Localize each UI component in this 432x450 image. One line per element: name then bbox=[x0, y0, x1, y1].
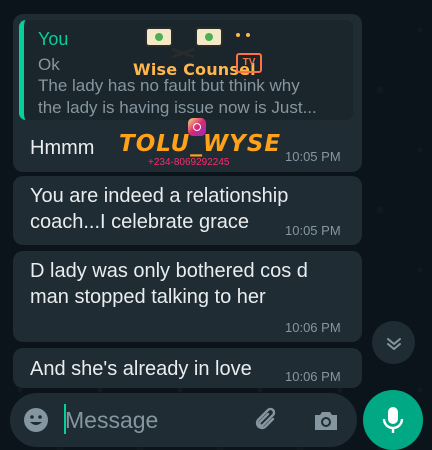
message-text: Hmmm bbox=[30, 137, 95, 159]
quote-line: Ok bbox=[38, 55, 60, 74]
camera-icon bbox=[315, 412, 337, 430]
message-text: And she's already in love bbox=[30, 358, 252, 380]
quote-line: the lady is having issue now is Just... bbox=[38, 98, 317, 117]
watermark-handle: TOLU_WYSE bbox=[119, 131, 282, 157]
message-input-bar: Message bbox=[10, 393, 357, 447]
chevron-down-icon bbox=[386, 337, 401, 350]
quote-author: You bbox=[38, 29, 69, 49]
emoji-button[interactable] bbox=[22, 406, 50, 434]
message-text-line: man stopped talking to her bbox=[30, 286, 266, 308]
message-time: 10:05 PM bbox=[285, 149, 341, 164]
attach-button[interactable] bbox=[252, 406, 282, 436]
message-time: 10:06 PM bbox=[285, 369, 341, 384]
message-text-line: You are indeed a relationship bbox=[30, 185, 289, 207]
camera-button[interactable] bbox=[311, 406, 341, 436]
attach-icon bbox=[255, 407, 276, 430]
scroll-to-bottom-button[interactable] bbox=[372, 321, 415, 364]
message-time: 10:06 PM bbox=[285, 320, 341, 335]
message-text-line: D lady was only bothered cos d bbox=[30, 260, 308, 282]
mic-icon bbox=[382, 407, 404, 433]
watermark-phone: +234-8069292245 bbox=[148, 157, 230, 168]
emoji-icon bbox=[24, 408, 48, 432]
chat-area: You Ok The lady has no fault but think w… bbox=[0, 0, 432, 450]
message-input[interactable]: Message bbox=[65, 407, 158, 434]
watermark-tv-badge: TV bbox=[236, 53, 262, 73]
message-text-line: coach...I celebrate grace bbox=[30, 211, 250, 233]
voice-record-button[interactable] bbox=[363, 390, 423, 450]
message-time: 10:05 PM bbox=[285, 223, 341, 238]
